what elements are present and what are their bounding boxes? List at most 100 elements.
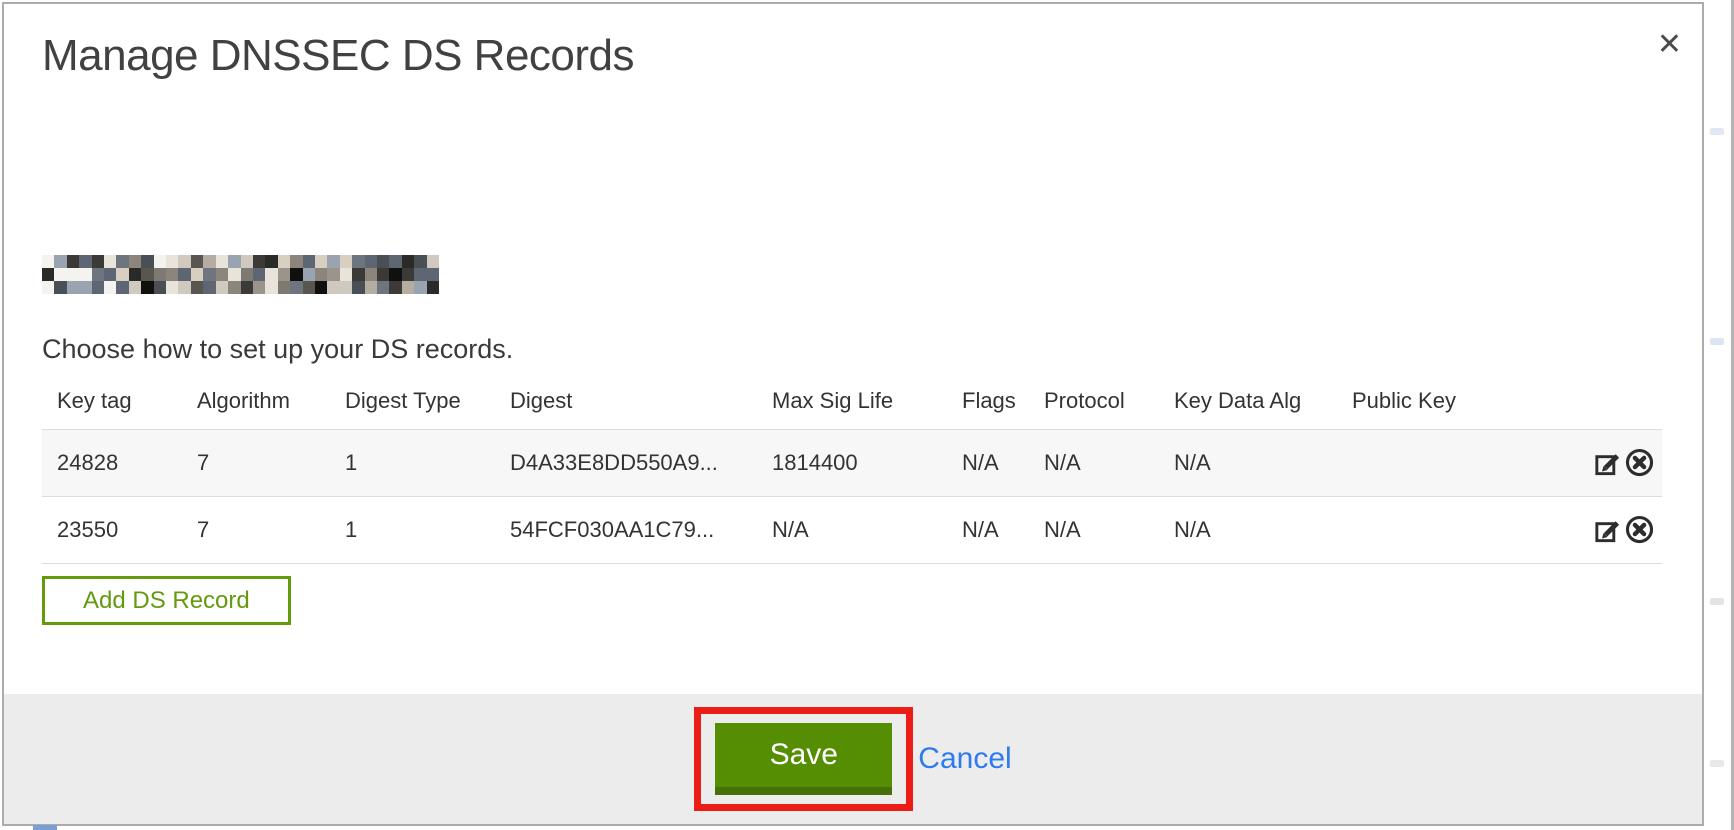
redaction-pixel <box>389 268 401 281</box>
table-header-row: Key tag Algorithm Digest Type Digest Max… <box>42 373 1662 430</box>
redaction-pixel <box>427 281 439 294</box>
redaction-pixel <box>352 281 364 294</box>
cell-digest: 54FCF030AA1C79... <box>495 496 757 563</box>
redaction-pixel <box>178 281 190 294</box>
cell-algorithm: 7 <box>182 496 330 563</box>
save-button[interactable]: Save <box>715 723 892 795</box>
redaction-pixel <box>154 281 166 294</box>
cell-digest-type: 1 <box>330 429 495 496</box>
dialog-title: Manage DNSSEC DS Records <box>42 30 1662 83</box>
column-header-flags: Flags <box>947 373 1029 430</box>
background-content-fragment <box>33 825 57 830</box>
redaction-pixel <box>327 268 339 281</box>
delete-record-button[interactable] <box>1624 447 1655 478</box>
cell-key-data-alg: N/A <box>1159 496 1337 563</box>
redaction-pixel <box>377 255 389 268</box>
redaction-pixel <box>303 268 315 281</box>
edit-icon <box>1592 466 1623 481</box>
delete-record-button[interactable] <box>1624 514 1655 545</box>
redaction-pixel <box>42 255 54 268</box>
redaction-pixel <box>129 255 141 268</box>
redaction-pixel <box>402 281 414 294</box>
redaction-pixel <box>203 268 215 281</box>
redaction-pixel <box>79 255 91 268</box>
redaction-pixel <box>389 281 401 294</box>
redaction-pixel <box>402 268 414 281</box>
redaction-pixel <box>116 255 128 268</box>
close-icon: ✕ <box>1657 28 1682 61</box>
redaction-pixel <box>241 281 253 294</box>
redaction-pixel <box>377 281 389 294</box>
redaction-pixel <box>154 268 166 281</box>
redaction-pixel <box>253 268 265 281</box>
redaction-pixel <box>42 281 54 294</box>
redaction-pixel <box>178 255 190 268</box>
cell-algorithm: 7 <box>182 429 330 496</box>
redacted-domain <box>42 255 439 294</box>
cancel-link[interactable]: Cancel <box>918 742 1011 776</box>
redaction-pixel <box>365 255 377 268</box>
redaction-pixel <box>203 281 215 294</box>
redaction-pixel <box>327 281 339 294</box>
redaction-pixel <box>303 281 315 294</box>
ds-records-table: Key tag Algorithm Digest Type Digest Max… <box>42 373 1662 564</box>
add-ds-record-button[interactable]: Add DS Record <box>42 576 291 626</box>
redaction-pixel <box>278 268 290 281</box>
redaction-pixel <box>352 255 364 268</box>
redaction-pixel <box>191 255 203 268</box>
redaction-pixel <box>228 268 240 281</box>
redaction-pixel <box>340 255 352 268</box>
redaction-pixel <box>116 281 128 294</box>
redaction-pixel <box>340 268 352 281</box>
redaction-pixel <box>54 255 66 268</box>
cell-key-data-alg: N/A <box>1159 429 1337 496</box>
column-header-protocol: Protocol <box>1029 373 1159 430</box>
table-row: 24828 7 1 D4A33E8DD550A9... 1814400 N/A … <box>42 429 1662 496</box>
redaction-pixel <box>290 281 302 294</box>
cell-digest-type: 1 <box>330 496 495 563</box>
redaction-pixel <box>278 255 290 268</box>
cell-public-key <box>1337 429 1576 496</box>
column-header-digest-type: Digest Type <box>330 373 495 430</box>
redaction-pixel <box>228 281 240 294</box>
cell-actions <box>1576 429 1662 496</box>
redaction-pixel <box>241 268 253 281</box>
redaction-pixel <box>129 268 141 281</box>
redaction-pixel <box>178 268 190 281</box>
redaction-pixel <box>166 255 178 268</box>
cell-key-tag: 23550 <box>42 496 182 563</box>
redaction-pixel <box>253 281 265 294</box>
redaction-pixel <box>54 268 66 281</box>
close-button[interactable]: ✕ <box>1649 26 1690 64</box>
redaction-pixel <box>327 255 339 268</box>
redaction-pixel <box>340 281 352 294</box>
dialog-body: Manage DNSSEC DS Records ✕ Choose how to… <box>4 4 1702 694</box>
redaction-pixel <box>79 281 91 294</box>
redaction-pixel <box>265 268 277 281</box>
redaction-pixel <box>315 268 327 281</box>
redaction-pixel <box>241 255 253 268</box>
edit-record-button[interactable] <box>1592 514 1623 545</box>
redaction-pixel <box>414 281 426 294</box>
redaction-pixel <box>92 255 104 268</box>
redaction-pixel <box>79 268 91 281</box>
redaction-pixel <box>216 255 228 268</box>
column-header-public-key: Public Key <box>1337 373 1576 430</box>
annotation-highlight-rectangle: Save <box>694 707 913 811</box>
cell-actions <box>1576 496 1662 563</box>
redaction-pixel <box>228 255 240 268</box>
redaction-pixel <box>141 255 153 268</box>
redaction-pixel <box>365 268 377 281</box>
column-header-key-tag: Key tag <box>42 373 182 430</box>
cell-max-sig-life: 1814400 <box>757 429 947 496</box>
edit-record-button[interactable] <box>1592 447 1623 478</box>
redaction-pixel <box>216 268 228 281</box>
cell-public-key <box>1337 496 1576 563</box>
cell-protocol: N/A <box>1029 429 1159 496</box>
redaction-pixel <box>54 281 66 294</box>
redaction-pixel <box>67 255 79 268</box>
redaction-pixel <box>265 281 277 294</box>
redaction-pixel <box>414 268 426 281</box>
redaction-pixel <box>389 255 401 268</box>
redaction-pixel <box>315 255 327 268</box>
